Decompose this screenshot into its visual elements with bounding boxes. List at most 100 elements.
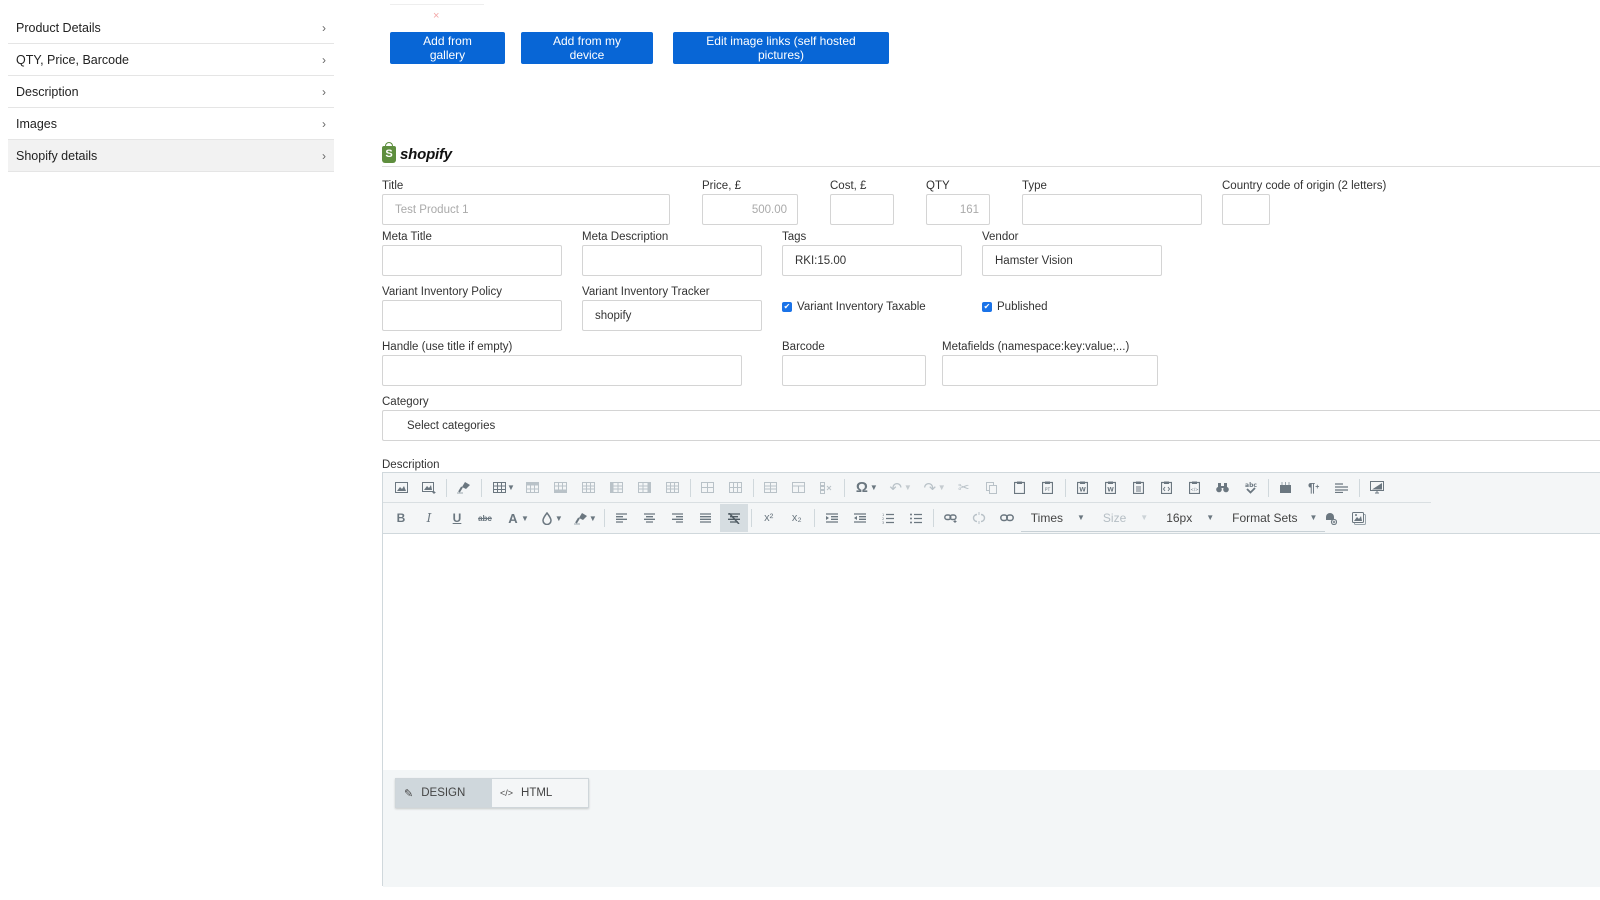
bold-icon[interactable]: B [387,504,415,532]
image-edit-icon[interactable] [387,474,415,502]
delete-table-icon[interactable] [813,474,841,502]
rich-text-editor: ▼ Ω ▼ ↶ ▼ ↷ ▼ ✂ PT W W </> abc ¶ + B I U… [382,472,1600,887]
merge-cells-icon[interactable] [694,474,722,502]
meta-title-input[interactable] [382,245,562,276]
title-input[interactable] [382,194,670,225]
paste-plain-icon[interactable] [1125,474,1153,502]
insert-image-icon[interactable] [415,474,443,502]
design-mode-tab[interactable]: ✎ DESIGN [396,779,492,807]
paste-html-icon[interactable] [1153,474,1181,502]
published-checkbox[interactable]: ✔ Published [982,301,1048,313]
sidebar-item-shopify-details[interactable]: Shopify details › [8,140,334,172]
underline-icon[interactable]: U [443,504,471,532]
sidebar-item-product-details[interactable]: Product Details › [8,12,334,44]
paste-text-icon[interactable]: PT [1034,474,1062,502]
paste-word-clean-icon[interactable]: W [1097,474,1125,502]
dropdown-arrow-icon[interactable]: ▼ [904,483,912,492]
insert-column-left-icon[interactable] [603,474,631,502]
edit-image-links-button[interactable]: Edit image links (self hosted pictures) [673,32,889,64]
paste-icon[interactable] [1006,474,1034,502]
cell-properties-icon[interactable] [757,474,785,502]
copy-icon[interactable] [978,474,1006,502]
align-menu-icon[interactable] [1328,474,1356,502]
add-from-device-button[interactable]: Add from my device [521,32,653,64]
checkbox-checked-icon[interactable]: ✔ [782,302,792,312]
fullscreen-preview-icon[interactable] [1363,474,1391,502]
unlink-icon[interactable] [965,504,993,532]
superscript-icon[interactable]: x² [755,504,783,532]
svg-text:W: W [1107,487,1114,494]
ordered-list-icon[interactable]: 123 [874,504,902,532]
image-thumbnail-edge [390,4,484,5]
paste-code-icon[interactable]: </> [1181,474,1209,502]
insert-link-icon[interactable] [937,504,965,532]
editor-content-area[interactable] [383,534,1600,770]
category-label: Category [382,396,429,408]
paste-word-icon[interactable]: W [1069,474,1097,502]
category-select[interactable]: Select categories [382,410,1600,441]
unordered-list-icon[interactable] [902,504,930,532]
checkbox-checked-icon[interactable]: ✔ [982,302,992,312]
sidebar-item-description[interactable]: Description › [8,76,334,108]
align-center-icon[interactable] [636,504,664,532]
dropdown-arrow-icon[interactable]: ▼ [507,483,515,492]
pilcrow-glyph: ¶ [1308,480,1316,495]
handle-input[interactable] [382,355,742,386]
strikethrough-icon[interactable]: abc [471,504,499,532]
image-gallery-icon[interactable] [1345,504,1373,532]
font-family-select[interactable]: Times ▼ [1020,504,1093,532]
font-size-px-select[interactable]: 16px ▼ [1156,504,1223,532]
cut-icon[interactable]: ✂ [950,474,978,502]
variant-inventory-tracker-label: Variant Inventory Tracker [582,286,710,298]
insert-row-above-icon[interactable] [519,474,547,502]
dropdown-arrow-icon[interactable]: ▼ [938,483,946,492]
anchor-link-icon[interactable] [993,504,1021,532]
variant-inventory-tracker-input[interactable] [582,300,762,331]
split-cells-icon[interactable] [722,474,750,502]
delete-column-icon[interactable] [659,474,687,502]
justify-icon[interactable] [692,504,720,532]
align-right-icon[interactable] [664,504,692,532]
variant-inventory-policy-input[interactable] [382,300,562,331]
spell-check-icon[interactable]: abc [1237,474,1265,502]
dropdown-arrow-icon[interactable]: ▼ [870,483,878,492]
remove-image-icon[interactable]: × [433,10,439,22]
format-sets-select[interactable]: Format Sets ▼ [1222,504,1326,532]
cost-input[interactable] [830,194,894,225]
insert-column-right-icon[interactable] [631,474,659,502]
html-mode-tab[interactable]: </> HTML [492,779,588,807]
country-code-input[interactable] [1222,194,1270,225]
sidebar-item-images[interactable]: Images › [8,108,334,140]
dropdown-arrow-icon[interactable]: ▼ [589,514,597,523]
insert-template-icon[interactable] [1272,474,1300,502]
italic-icon[interactable]: I [415,504,443,532]
row-properties-icon[interactable] [785,474,813,502]
qty-input[interactable] [926,194,990,225]
clear-format-icon[interactable] [719,504,748,532]
subscript-icon[interactable]: x₂ [783,504,811,532]
dropdown-arrow-icon[interactable]: ▼ [521,514,529,523]
format-painter-icon[interactable] [450,474,478,502]
metafields-input[interactable] [942,355,1158,386]
dropdown-arrow-icon[interactable]: ▼ [555,514,563,523]
vendor-input[interactable] [982,245,1162,276]
paragraph-icon[interactable]: ¶ + [1300,474,1328,502]
sidebar-item-label: Description [16,84,79,99]
variant-inventory-policy-label: Variant Inventory Policy [382,286,502,298]
price-input[interactable] [702,194,798,225]
indent-icon[interactable] [818,504,846,532]
insert-image-link-icon[interactable] [1317,504,1345,532]
delete-row-icon[interactable] [575,474,603,502]
barcode-input[interactable] [782,355,926,386]
meta-description-input[interactable] [582,245,762,276]
type-input[interactable] [1022,194,1202,225]
insert-row-below-icon[interactable] [547,474,575,502]
outdent-icon[interactable] [846,504,874,532]
variant-inventory-taxable-checkbox[interactable]: ✔ Variant Inventory Taxable [782,301,926,313]
find-replace-icon[interactable] [1209,474,1237,502]
font-size-select[interactable]: Size ▼ [1092,504,1157,532]
sidebar-item-qty-price-barcode[interactable]: QTY, Price, Barcode › [8,44,334,76]
add-from-gallery-button[interactable]: Add from gallery [390,32,505,64]
tags-input[interactable] [782,245,962,276]
align-left-icon[interactable] [608,504,636,532]
